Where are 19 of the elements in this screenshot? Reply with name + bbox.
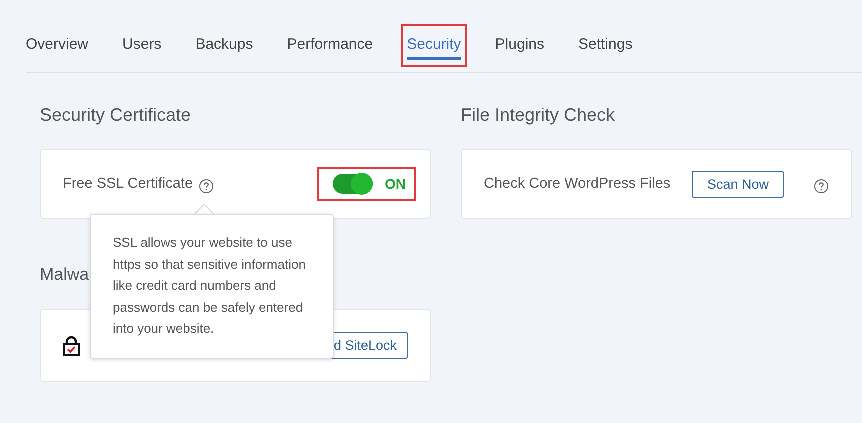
tab[interactable]: Settings <box>572 24 639 67</box>
tab[interactable]: Security <box>401 24 468 67</box>
tab[interactable]: Users <box>116 24 168 67</box>
section-title: File Integrity Check <box>461 105 616 127</box>
lock-icon <box>63 336 80 356</box>
section-title: Malwa <box>40 265 90 286</box>
tab[interactable]: Backups <box>190 24 260 67</box>
section-title: Security Certificate <box>40 105 192 127</box>
tooltip: SSL allows your website to use https so that sensitive information like credit card numbers and passwords can be safely entered into your website. <box>90 214 334 358</box>
tab[interactable]: Plugins <box>489 24 550 67</box>
toggle-state-label: ON <box>385 176 406 192</box>
setting-label: Free SSL Certificate <box>63 176 194 192</box>
help-icon[interactable] <box>199 178 214 194</box>
tab[interactable]: Performance <box>281 24 380 67</box>
help-icon[interactable] <box>814 178 829 194</box>
toggle-switch[interactable] <box>333 174 373 194</box>
tab[interactable]: Overview <box>20 24 95 67</box>
setting-label: Check Core WordPress Files <box>484 176 671 192</box>
scan-now-button[interactable]: Scan Now <box>692 170 784 198</box>
